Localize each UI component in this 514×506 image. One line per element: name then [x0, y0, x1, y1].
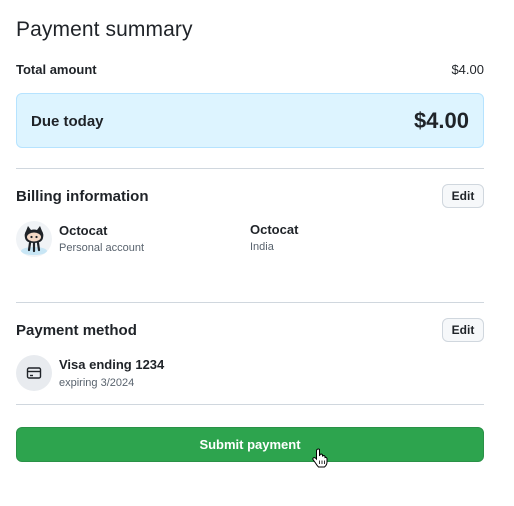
billing-name: Octocat	[250, 222, 299, 237]
submit-payment-button[interactable]: Submit payment	[16, 427, 484, 462]
edit-payment-button[interactable]: Edit	[442, 318, 484, 342]
divider	[16, 168, 484, 169]
due-today-value: $4.00	[413, 108, 469, 133]
page-title: Payment summary	[16, 18, 193, 41]
billing-account-type: Personal account	[59, 242, 144, 254]
billing-country: India	[250, 241, 274, 253]
divider	[16, 302, 484, 303]
hand-pointer-icon	[312, 448, 328, 468]
card-label: Visa ending 1234	[59, 357, 165, 372]
octocat-avatar-icon	[16, 221, 52, 257]
billing-information-title: Billing information	[16, 188, 149, 205]
due-today-label: Due today	[31, 113, 104, 130]
billing-account-name: Octocat	[59, 223, 108, 238]
total-amount-label: Total amount	[16, 62, 97, 77]
divider	[16, 404, 484, 405]
payment-method-title: Payment method	[16, 322, 137, 339]
edit-billing-button[interactable]: Edit	[442, 184, 484, 208]
total-amount-value: $4.00	[451, 62, 484, 77]
card-expiry: expiring 3/2024	[59, 377, 135, 389]
credit-card-icon	[16, 355, 52, 391]
due-today-box: Due today $4.00	[16, 93, 484, 148]
total-amount-row: Total amount $4.00	[16, 62, 484, 80]
